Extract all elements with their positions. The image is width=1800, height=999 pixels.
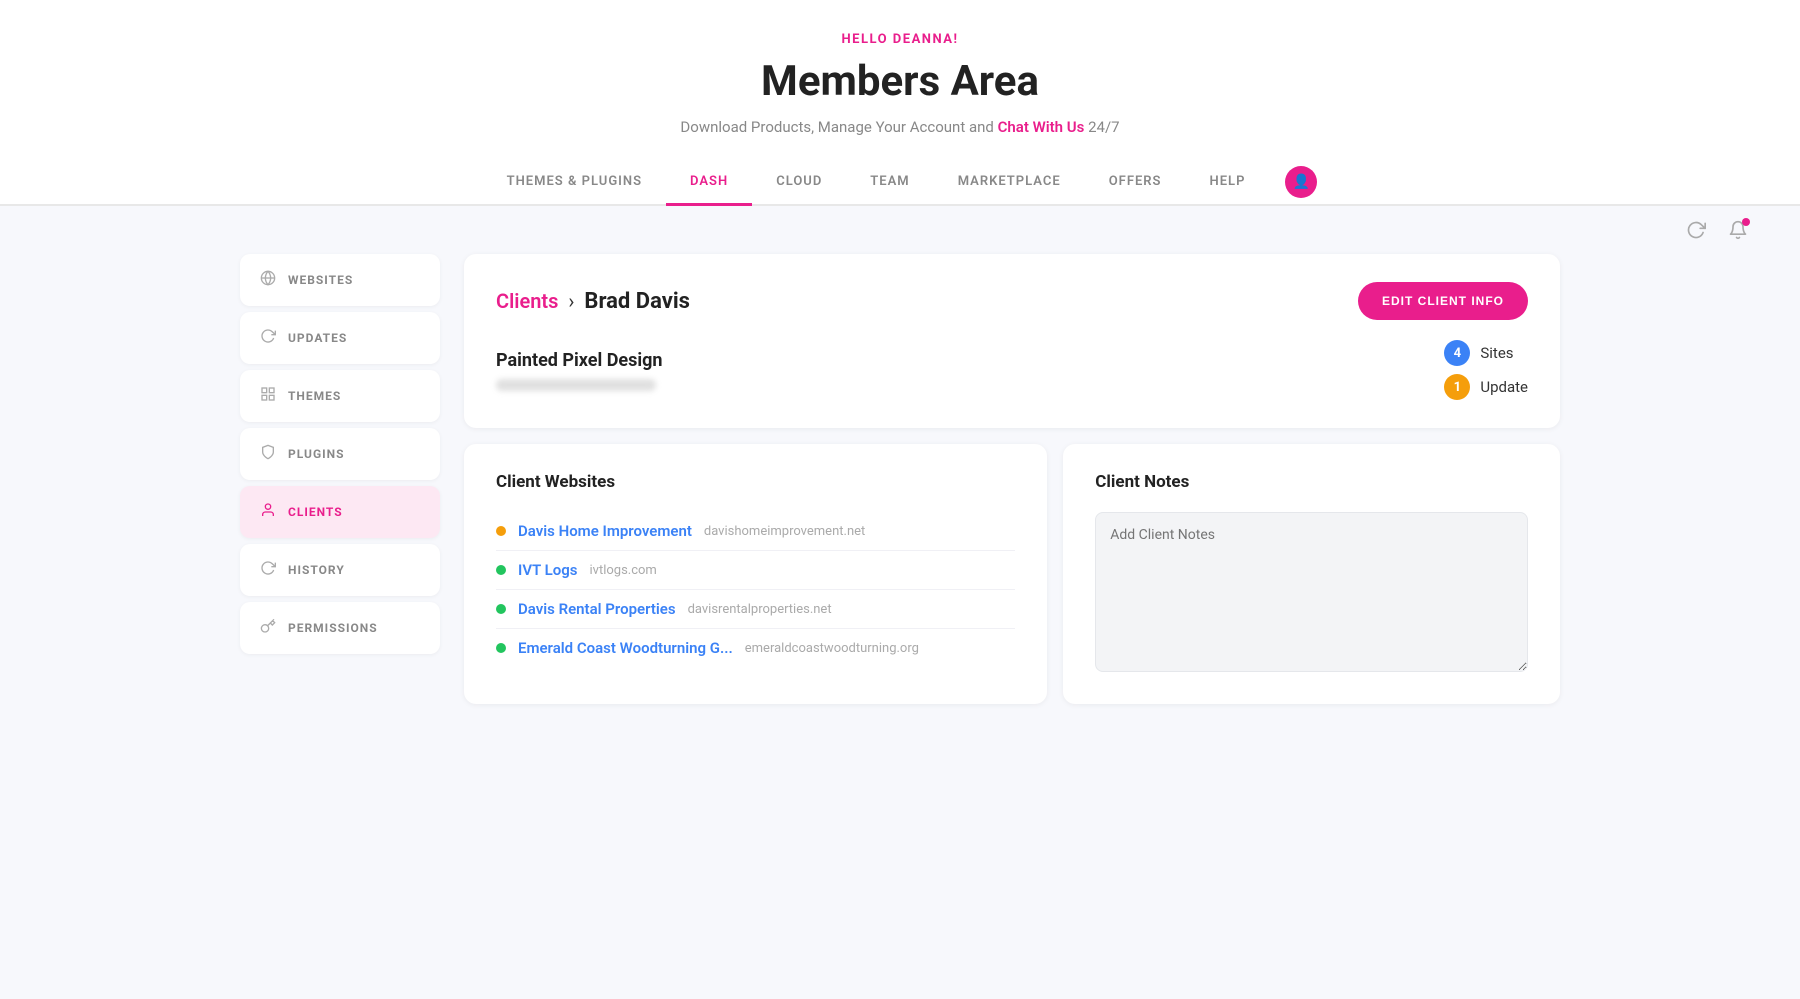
website-name[interactable]: Davis Rental Properties [518,600,676,618]
client-company: Painted Pixel Design [496,350,663,371]
updates-label: Update [1480,378,1528,396]
permissions-icon [260,618,276,638]
edit-client-info-button[interactable]: EDIT CLIENT INFO [1358,282,1528,320]
updates-icon [260,328,276,348]
sidebar-item-websites[interactable]: WEBSITES [240,254,440,306]
main-nav: THEMES & PLUGINS DASH CLOUD TEAM MARKETP… [0,160,1800,206]
websites-card: Client Websites Davis Home Improvement d… [464,444,1047,704]
main-container: WEBSITES UPDATES THEMES PLUGINS CLIENTS [200,254,1600,744]
client-email-blurred [496,379,656,391]
nav-item-team[interactable]: TEAM [846,160,933,206]
sites-label: Sites [1480,344,1513,362]
sidebar: WEBSITES UPDATES THEMES PLUGINS CLIENTS [240,254,440,704]
list-item: IVT Logs ivtlogs.com [496,551,1015,590]
sidebar-label-plugins: PLUGINS [288,447,344,461]
notes-card-title: Client Notes [1095,472,1528,492]
header: HELLO DEANNA! Members Area Download Prod… [0,0,1800,206]
client-stats: 4 Sites 1 Update [1444,340,1528,400]
nav-item-help[interactable]: HELP [1186,160,1270,206]
status-dot [496,565,506,575]
history-icon [260,560,276,580]
user-avatar[interactable]: 👤 [1285,166,1317,198]
sidebar-label-history: HISTORY [288,563,345,577]
sidebar-item-plugins[interactable]: PLUGINS [240,428,440,480]
website-name[interactable]: Emerald Coast Woodturning G... [518,639,733,657]
nav-item-marketplace[interactable]: MARKETPLACE [934,160,1085,206]
notifications-icon[interactable] [1724,216,1752,244]
sidebar-item-permissions[interactable]: PERMISSIONS [240,602,440,654]
sidebar-item-updates[interactable]: UPDATES [240,312,440,364]
nav-item-offers[interactable]: OFFERS [1085,160,1186,206]
website-url: ivtlogs.com [589,563,656,578]
content-area: Clients › Brad Davis EDIT CLIENT INFO Pa… [464,254,1560,704]
sidebar-label-clients: CLIENTS [288,505,343,519]
website-name[interactable]: Davis Home Improvement [518,522,692,540]
themes-icon [260,386,276,406]
nav-item-dash[interactable]: DASH [666,160,752,206]
subtitle-after: 24/7 [1088,118,1119,136]
website-name[interactable]: IVT Logs [518,561,577,579]
website-url: davisrentalproperties.net [688,602,832,617]
sidebar-label-updates: UPDATES [288,331,347,345]
refresh-icon[interactable] [1682,216,1710,244]
updates-badge: 1 [1444,374,1470,400]
notes-textarea[interactable] [1095,512,1528,672]
list-item: Davis Home Improvement davishomeimprovem… [496,512,1015,551]
page-title: Members Area [0,57,1800,106]
greeting: HELLO DEANNA! [0,32,1800,47]
websites-card-title: Client Websites [496,472,1015,492]
client-details: Painted Pixel Design [496,350,663,391]
notification-badge [1742,218,1750,226]
toolbar [0,206,1800,254]
breadcrumb-row: Clients › Brad Davis EDIT CLIENT INFO [496,282,1528,320]
sidebar-item-history[interactable]: HISTORY [240,544,440,596]
website-url: emeraldcoastwoodturning.org [745,641,919,656]
list-item: Emerald Coast Woodturning G... emeraldco… [496,629,1015,667]
website-url: davishomeimprovement.net [704,524,865,539]
websites-icon [260,270,276,290]
sidebar-label-themes: THEMES [288,389,341,403]
breadcrumb-client-name: Brad Davis [584,289,690,314]
stat-sites: 4 Sites [1444,340,1528,366]
breadcrumb-clients-link[interactable]: Clients [496,289,558,313]
client-header-card: Clients › Brad Davis EDIT CLIENT INFO Pa… [464,254,1560,428]
sidebar-item-themes[interactable]: THEMES [240,370,440,422]
lower-row: Client Websites Davis Home Improvement d… [464,444,1560,704]
breadcrumb-arrow: › [568,289,574,313]
status-dot [496,604,506,614]
sidebar-label-permissions: PERMISSIONS [288,621,378,635]
chat-link[interactable]: Chat With Us [998,118,1085,136]
status-dot [496,526,506,536]
clients-icon [260,502,276,522]
sites-badge: 4 [1444,340,1470,366]
header-subtitle: Download Products, Manage Your Account a… [0,118,1800,136]
breadcrumb: Clients › Brad Davis [496,289,690,314]
list-item: Davis Rental Properties davisrentalprope… [496,590,1015,629]
nav-item-cloud[interactable]: CLOUD [752,160,846,206]
sidebar-label-websites: WEBSITES [288,273,353,287]
notes-card: Client Notes [1063,444,1560,704]
plugins-icon [260,444,276,464]
stat-updates: 1 Update [1444,374,1528,400]
status-dot [496,643,506,653]
subtitle-text: Download Products, Manage Your Account a… [680,118,997,136]
sidebar-item-clients[interactable]: CLIENTS [240,486,440,538]
nav-item-themes-plugins[interactable]: THEMES & PLUGINS [483,160,666,206]
client-info-row: Painted Pixel Design 4 Sites 1 Update [496,340,1528,400]
